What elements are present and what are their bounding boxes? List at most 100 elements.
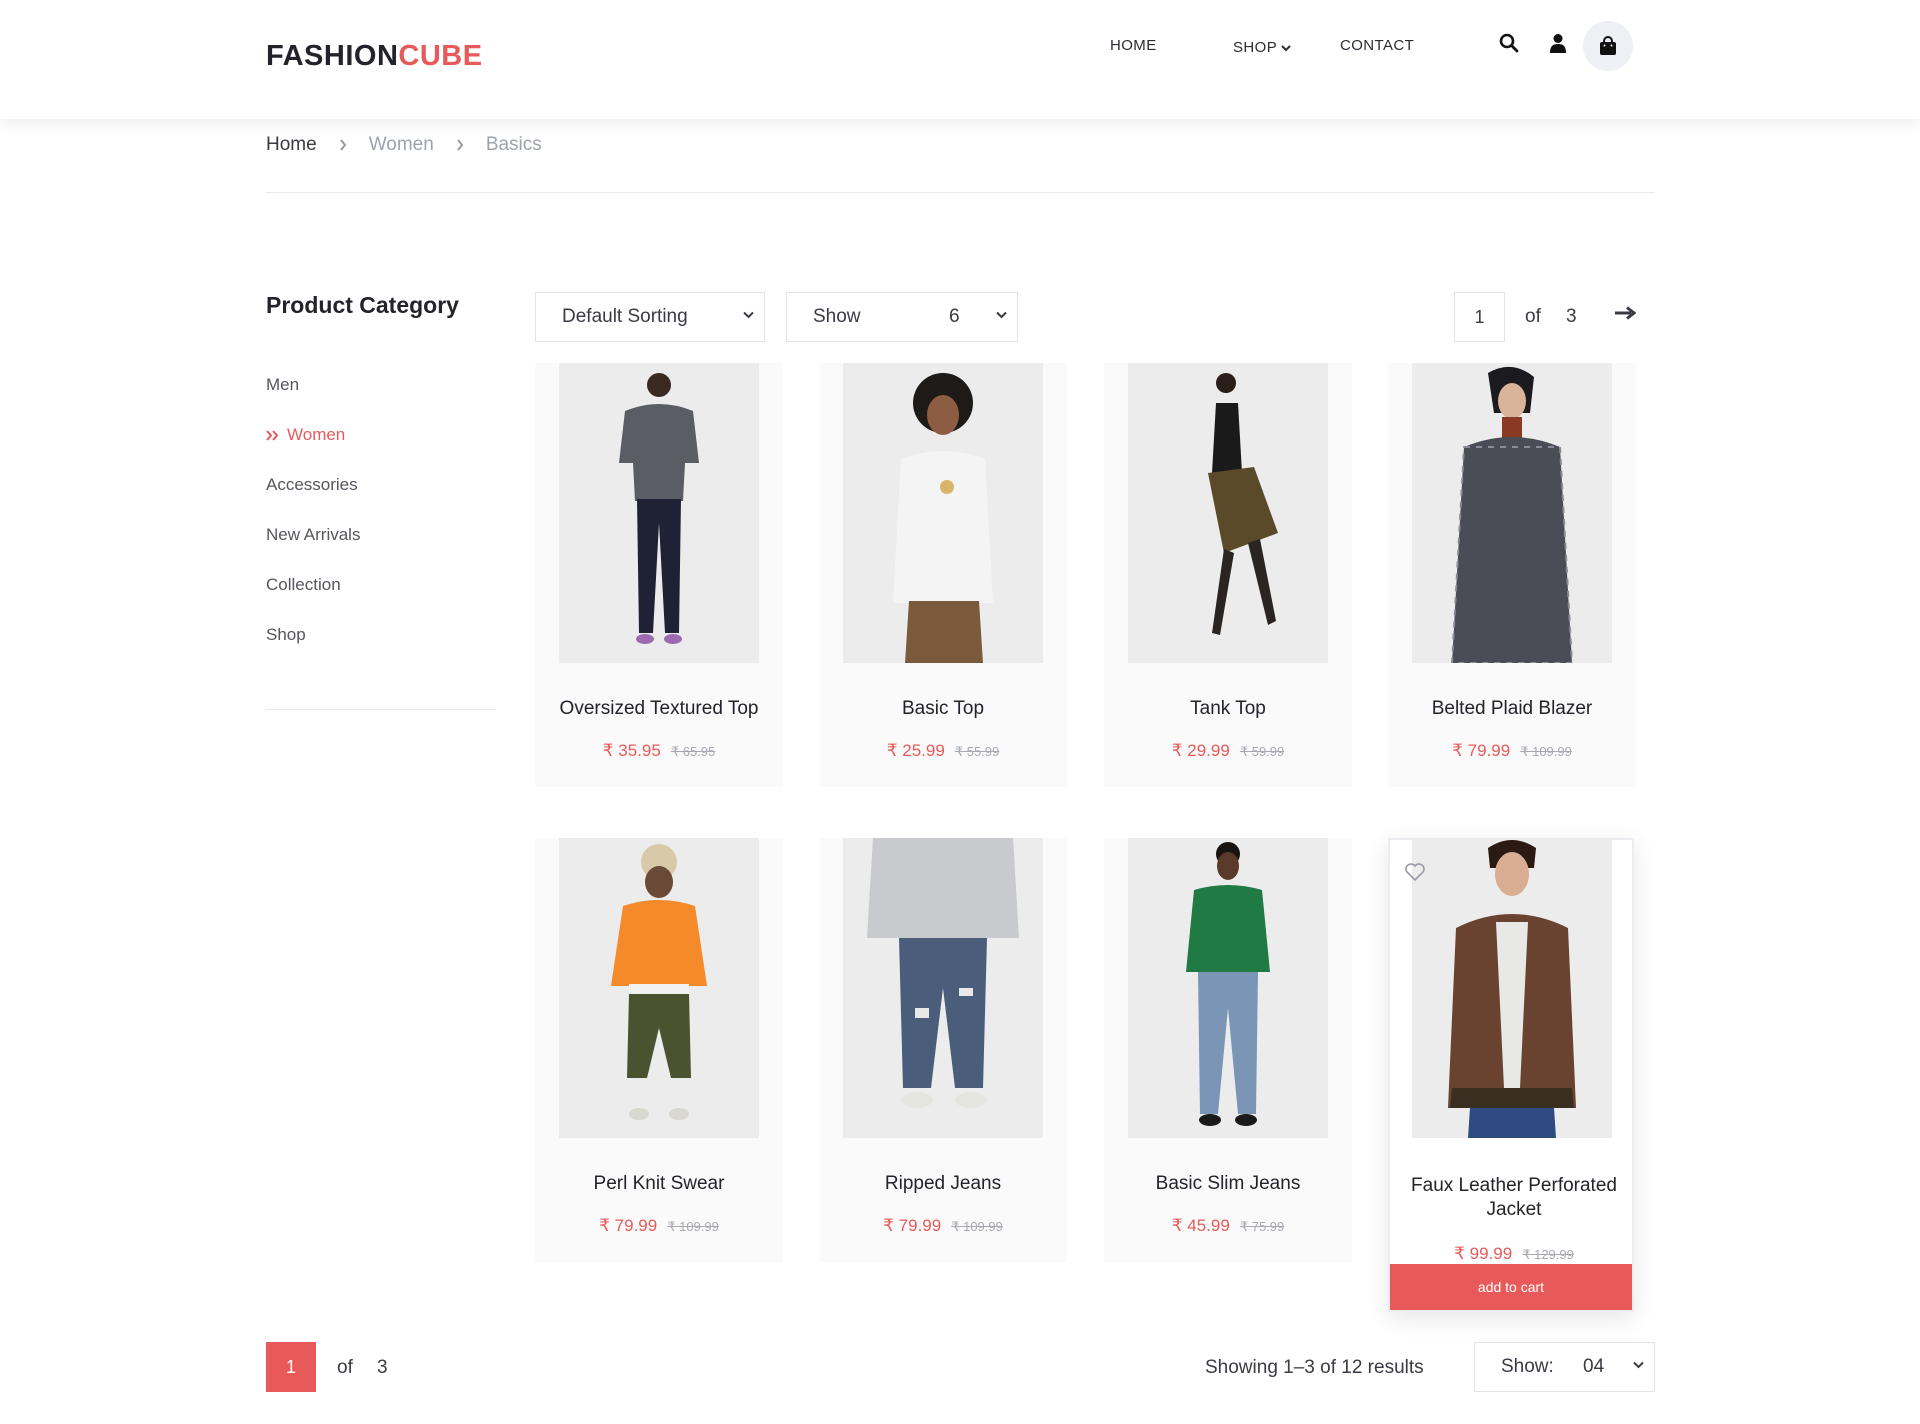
chevron-right-icon <box>339 139 347 151</box>
product-card[interactable]: Tank Top ₹ 29.99 ₹ 59.99 <box>1104 363 1352 787</box>
pagination-current-page[interactable]: 1 <box>266 1342 316 1392</box>
category-list: Men Women Accessories New Arrivals Colle… <box>266 360 360 660</box>
brand-logo[interactable]: FASHIONCUBE <box>266 40 483 73</box>
nav-home[interactable]: HOME <box>1110 37 1157 54</box>
product-prices: ₹ 45.99 ₹ 75.99 <box>1104 1216 1352 1236</box>
product-card[interactable]: Faux Leather Perforated Jacket ₹ 99.99 ₹ … <box>1388 838 1634 1312</box>
logo-part-2: CUBE <box>398 40 483 72</box>
product-name[interactable]: Belted Plaid Blazer <box>1388 697 1636 721</box>
sidebar-item-label: Accessories <box>266 475 358 494</box>
divider <box>266 709 496 710</box>
add-to-cart-button[interactable]: add to cart <box>1390 1264 1632 1310</box>
sidebar-item-women[interactable]: Women <box>266 410 360 460</box>
chevron-down-icon <box>996 311 1007 319</box>
product-card[interactable]: Ripped Jeans ₹ 79.99 ₹ 109.99 <box>819 838 1067 1262</box>
sidebar-item-label: Women <box>287 425 346 444</box>
sidebar-item-label: Collection <box>266 575 341 594</box>
nav-shop-label: SHOP <box>1233 39 1278 56</box>
product-image[interactable] <box>559 838 759 1138</box>
product-price: ₹ 79.99 <box>599 1216 658 1235</box>
show-count-select[interactable]: Show 6 <box>786 292 1018 342</box>
product-prices: ₹ 79.99 ₹ 109.99 <box>535 1216 783 1236</box>
sidebar-item-new-arrivals[interactable]: New Arrivals <box>266 510 360 560</box>
product-image[interactable] <box>1412 838 1612 1138</box>
breadcrumb-women[interactable]: Women <box>369 134 434 156</box>
page-total: 3 <box>1566 306 1577 327</box>
sidebar-item-label: Men <box>266 375 300 394</box>
product-old-price: ₹ 75.99 <box>1239 1219 1285 1234</box>
product-prices: ₹ 79.99 ₹ 109.99 <box>1388 741 1636 761</box>
sidebar-item-men[interactable]: Men <box>266 360 360 410</box>
product-card[interactable]: Belted Plaid Blazer ₹ 79.99 ₹ 109.99 <box>1388 363 1636 787</box>
sidebar-item-accessories[interactable]: Accessories <box>266 460 360 510</box>
product-prices: ₹ 25.99 ₹ 55.99 <box>819 741 1067 761</box>
double-chevron-right-icon <box>266 429 279 441</box>
product-prices: ₹ 99.99 ₹ 129.99 <box>1390 1244 1638 1264</box>
page-of-label: of <box>1525 306 1541 327</box>
product-card[interactable]: Oversized Textured Top ₹ 35.95 ₹ 65.95 <box>535 363 783 787</box>
chevron-down-icon <box>743 311 754 319</box>
chevron-right-icon <box>456 139 464 151</box>
per-page-select[interactable]: Show: 04 <box>1474 1342 1655 1392</box>
product-card[interactable]: Basic Top ₹ 25.99 ₹ 55.99 <box>819 363 1067 787</box>
product-price: ₹ 79.99 <box>883 1216 942 1235</box>
product-prices: ₹ 29.99 ₹ 59.99 <box>1104 741 1352 761</box>
breadcrumb-home[interactable]: Home <box>266 134 317 156</box>
product-old-price: ₹ 109.99 <box>951 1219 1003 1234</box>
product-image[interactable] <box>843 838 1043 1138</box>
page-number-input[interactable]: 1 <box>1454 292 1505 342</box>
pagination-of-label: of <box>337 1357 353 1378</box>
chevron-down-icon <box>1633 1361 1644 1369</box>
user-icon[interactable] <box>1545 30 1571 56</box>
product-price: ₹ 29.99 <box>1171 741 1230 760</box>
product-name[interactable]: Perl Knit Swear <box>535 1172 783 1196</box>
product-old-price: ₹ 59.99 <box>1239 744 1285 759</box>
product-image[interactable] <box>843 363 1043 663</box>
product-prices: ₹ 35.95 ₹ 65.95 <box>535 741 783 761</box>
logo-part-1: FASHION <box>266 40 399 72</box>
chevron-down-icon <box>1281 44 1291 52</box>
product-price: ₹ 45.99 <box>1171 1216 1230 1235</box>
product-image[interactable] <box>1128 363 1328 663</box>
sort-select[interactable]: Default Sorting <box>535 292 765 342</box>
product-old-price: ₹ 65.95 <box>670 744 716 759</box>
sidebar-item-collection[interactable]: Collection <box>266 560 360 610</box>
wishlist-heart-icon[interactable] <box>1404 862 1426 882</box>
product-name[interactable]: Ripped Jeans <box>819 1172 1067 1196</box>
sidebar-item-shop[interactable]: Shop <box>266 610 360 660</box>
results-count: Showing 1–3 of 12 results <box>1205 1357 1424 1378</box>
shopping-bag-icon[interactable] <box>1583 21 1633 71</box>
site-header: FASHIONCUBE HOME SHOP CONTACT <box>0 0 1920 119</box>
product-price: ₹ 35.95 <box>602 741 661 760</box>
product-price: ₹ 25.99 <box>886 741 945 760</box>
product-image[interactable] <box>1412 363 1612 663</box>
per-page-label: Show: <box>1501 1356 1554 1377</box>
product-old-price: ₹ 55.99 <box>954 744 1000 759</box>
per-page-value: 04 <box>1583 1356 1605 1377</box>
product-name[interactable]: Tank Top <box>1104 697 1352 721</box>
product-name[interactable]: Basic Slim Jeans <box>1104 1172 1352 1196</box>
product-card[interactable]: Perl Knit Swear ₹ 79.99 ₹ 109.99 <box>535 838 783 1262</box>
product-name[interactable]: Basic Top <box>819 697 1067 721</box>
product-name[interactable]: Faux Leather Perforated Jacket <box>1390 1174 1638 1222</box>
breadcrumb-basics: Basics <box>485 134 542 155</box>
product-price: ₹ 79.99 <box>1452 741 1511 760</box>
sort-select-value: Default Sorting <box>562 306 688 327</box>
divider <box>266 192 1655 193</box>
product-card[interactable]: Basic Slim Jeans ₹ 45.99 ₹ 75.99 <box>1104 838 1352 1262</box>
sidebar-item-label: New Arrivals <box>266 525 361 544</box>
product-old-price: ₹ 129.99 <box>1522 1247 1574 1262</box>
breadcrumb: Home Women Basics <box>266 134 542 156</box>
sidebar-title: Product Category <box>266 292 459 318</box>
product-name[interactable]: Oversized Textured Top <box>535 697 783 721</box>
nav-shop[interactable]: SHOP <box>1233 39 1291 56</box>
product-old-price: ₹ 109.99 <box>1520 744 1572 759</box>
arrow-right-icon[interactable] <box>1614 306 1636 320</box>
show-label: Show <box>813 306 861 327</box>
product-image[interactable] <box>1128 838 1328 1138</box>
pagination-total: 3 <box>377 1357 388 1378</box>
product-old-price: ₹ 109.99 <box>667 1219 719 1234</box>
search-icon[interactable] <box>1496 30 1522 56</box>
nav-contact[interactable]: CONTACT <box>1340 37 1414 54</box>
product-image[interactable] <box>559 363 759 663</box>
